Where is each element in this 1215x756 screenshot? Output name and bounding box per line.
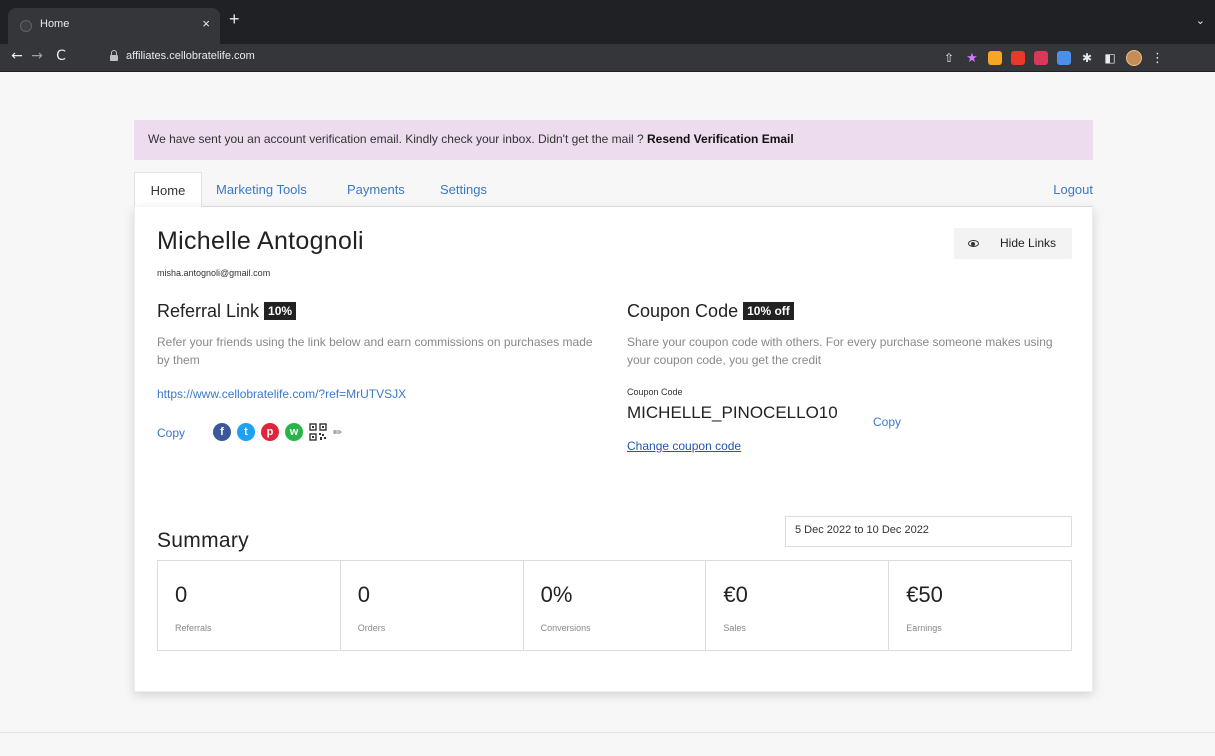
stat-value: 0 [357,582,371,607]
extension-1-icon[interactable] [988,51,1002,65]
forward-icon[interactable]: → [28,48,46,64]
user-email: misha.antognoli@gmail.com [157,268,271,278]
whatsapp-icon[interactable]: w [285,423,303,441]
nav-tabs: Home Marketing Tools Payments Settings L… [134,172,1093,207]
stat-value: 0 [175,582,188,607]
referral-description: Refer your friends using the link below … [157,335,593,367]
pencil-icon[interactable]: ✏ [333,426,345,439]
tab-title: Home [40,18,70,30]
tab-marketing-tools[interactable]: Marketing Tools [216,172,307,207]
banner-text: We have sent you an account verification… [148,132,647,146]
stat-label: Orders [357,623,386,633]
sidepanel-icon[interactable]: ◧ [1103,51,1117,65]
twitter-icon[interactable]: t [237,423,255,441]
share-icons: f t p w ✏ [213,422,345,442]
tab-close-icon[interactable]: × [202,16,210,31]
url-text[interactable]: affiliates.cellobratelife.com [126,50,255,62]
hide-links-label: Hide Links [1000,236,1057,250]
coupon-description: Share your coupon code with others. For … [627,335,1053,367]
resend-verification-link[interactable]: Resend Verification Email [647,132,794,146]
stat-value: €0 [723,582,748,607]
coupon-title-text: Coupon Code [627,301,739,321]
share-icon[interactable]: ⇧ [942,51,956,65]
copy-coupon-button[interactable]: Copy [873,415,901,429]
referral-badge: 10% [264,302,297,320]
tab-settings[interactable]: Settings [440,172,487,207]
dashboard-card: Michelle Antognoli misha.antognoli@gmail… [134,207,1093,692]
page-body: We have sent you an account verification… [0,72,1215,756]
hide-links-button[interactable]: Hide Links [954,228,1072,259]
facebook-icon[interactable]: f [213,423,231,441]
profile-avatar[interactable] [1126,50,1142,66]
extension-4-icon[interactable] [1057,51,1071,65]
copy-referral-button[interactable]: Copy [157,426,185,440]
extension-icons: ⇧ ★ ✱ ◧ ⋮ [942,49,1164,67]
coupon-badge: 10% off [743,302,794,320]
referral-link[interactable]: https://www.cellobratelife.com/?ref=MrUT… [157,387,406,401]
browser-toolbar: ← → C affiliates.cellobratelife.com ⇧ ★ … [0,44,1215,72]
stat-value: 0% [540,582,573,607]
extension-2-icon[interactable] [1011,51,1025,65]
date-range-input[interactable]: 5 Dec 2022 to 10 Dec 2022 [785,516,1072,547]
eye-icon [968,240,979,247]
coupon-code-label: Coupon Code [627,387,683,397]
favicon-icon [20,20,32,32]
tab-payments[interactable]: Payments [347,172,405,207]
browser-tab[interactable]: Home × [8,8,220,44]
change-coupon-link[interactable]: Change coupon code [627,439,741,453]
coupon-code-value: MICHELLE_PINOCELLO10 [627,403,838,422]
stat-label: Sales [723,623,746,633]
logout-link[interactable]: Logout [1053,172,1093,207]
new-tab-button[interactable]: + [229,9,240,30]
reload-icon[interactable]: C [52,48,70,64]
stat-sales: €0 Sales [706,561,890,650]
tab-search-icon[interactable]: ⌄ [1196,14,1205,27]
lock-icon[interactable] [110,50,118,61]
extension-3-icon[interactable] [1034,51,1048,65]
page-footer [0,732,1215,756]
stat-label: Conversions [540,623,591,633]
stat-orders: 0 Orders [341,561,524,650]
bookmark-star-icon[interactable]: ★ [965,51,979,66]
summary-stats: 0 Referrals 0 Orders 0% Conversions €0 S… [157,560,1072,651]
stat-value: €50 [906,582,943,607]
stat-label: Referrals [175,623,212,633]
referral-title-text: Referral Link [157,301,260,321]
qr-code-icon[interactable] [309,423,327,441]
pinterest-icon[interactable]: p [261,423,279,441]
stat-referrals: 0 Referrals [158,561,341,650]
stat-earnings: €50 Earnings [889,561,1071,650]
stat-conversions: 0% Conversions [524,561,707,650]
verification-banner: We have sent you an account verification… [134,120,1093,160]
menu-icon[interactable]: ⋮ [1151,51,1164,66]
back-icon[interactable]: ← [8,48,26,64]
user-name: Michelle Antognoli [157,227,364,255]
puzzle-icon[interactable]: ✱ [1080,51,1094,65]
coupon-title: Coupon Code 10% off [627,301,794,322]
summary-title: Summary [157,529,249,552]
tab-home[interactable]: Home [134,172,202,207]
browser-tab-bar: Home × + ⌄ [0,0,1215,44]
stat-label: Earnings [906,623,942,633]
referral-title: Referral Link 10% [157,301,297,322]
